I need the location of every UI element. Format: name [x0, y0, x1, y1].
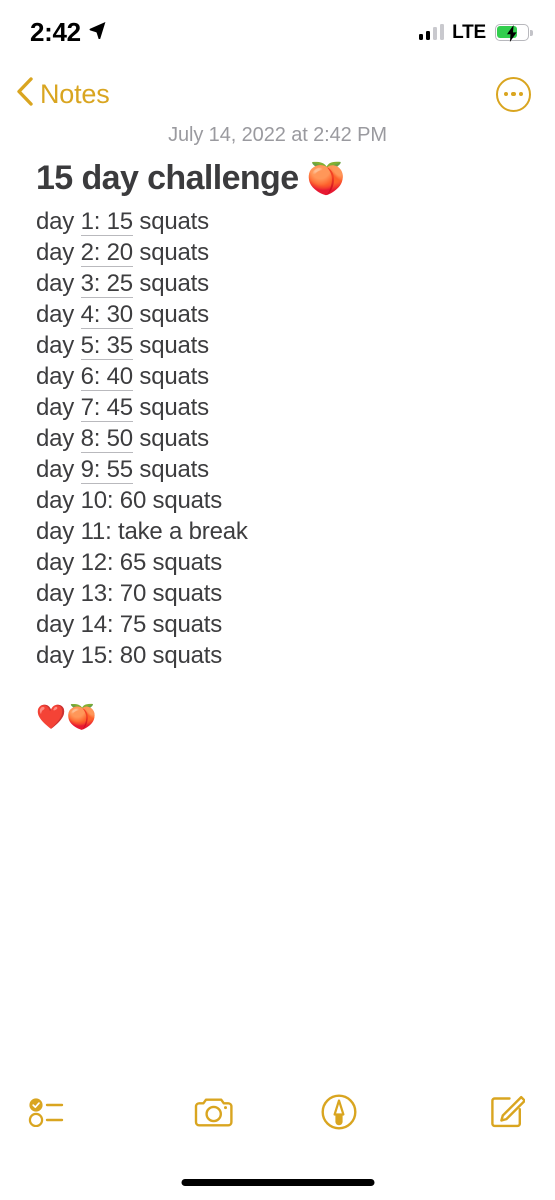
note-line-prefix: day 13: 70 squats — [36, 580, 223, 607]
note-line-prefix: day 15: 80 squats — [36, 642, 223, 669]
note-line-suffix: squats — [132, 394, 209, 421]
detected-data-link[interactable]: 5: 35 — [80, 332, 133, 360]
detected-data-link[interactable]: 7: 45 — [80, 394, 133, 422]
note-line-prefix: day — [36, 208, 81, 235]
more-dot — [511, 91, 516, 97]
detected-data-link[interactable]: 6: 40 — [80, 363, 133, 391]
note-line: day 4: 30 squats — [36, 299, 526, 330]
note-line: day 10: 60 squats — [36, 485, 526, 516]
status-bar-left: 2:42 — [30, 19, 107, 45]
markup-button[interactable] — [277, 1083, 401, 1145]
note-title-text: 15 day challenge — [36, 159, 299, 197]
note-line: day 5: 35 squats — [36, 330, 526, 361]
note-line-prefix: day — [36, 239, 81, 266]
compose-icon — [489, 1094, 526, 1135]
chevron-left-icon — [16, 77, 33, 111]
status-bar: 2:42 LTE — [0, 0, 555, 64]
note-line-suffix: squats — [132, 456, 209, 483]
back-to-notes-button[interactable]: Notes — [16, 77, 110, 111]
note-line-prefix: day 14: 75 squats — [36, 611, 223, 638]
note-line-prefix: day — [36, 394, 81, 421]
note-line: day 6: 40 squats — [36, 361, 526, 392]
back-button-label: Notes — [40, 78, 110, 109]
note-body[interactable]: day 1: 15 squats day 2: 20 squats day 3: 2… — [36, 206, 526, 733]
note-line-suffix: squats — [132, 425, 209, 452]
note-title: 15 day challenge 🍑 — [36, 157, 345, 200]
note-line: day 11: take a break — [36, 516, 526, 547]
note-line-prefix: day 12: 65 squats — [36, 549, 223, 576]
notes-toolbar — [0, 1083, 555, 1145]
note-line-prefix: day — [36, 332, 81, 359]
note-line: day 12: 65 squats — [36, 547, 526, 578]
note-line-suffix: squats — [132, 301, 209, 328]
note-line: day 7: 45 squats — [36, 392, 526, 423]
more-options-button[interactable] — [496, 76, 531, 112]
note-footer-emoji: ❤️🍑 — [36, 704, 98, 731]
markup-pen-icon — [320, 1093, 358, 1136]
note-timestamp: July 14, 2022 at 2:42 PM — [168, 124, 387, 146]
cellular-signal-icon — [418, 24, 445, 40]
navigation-bar: Notes — [0, 66, 555, 122]
note-line-suffix: squats — [132, 270, 209, 297]
note-line-prefix: day 10: 60 squats — [36, 487, 223, 514]
detected-data-link[interactable]: 4: 30 — [80, 301, 133, 329]
detected-data-link[interactable]: 8: 50 — [80, 425, 133, 453]
compose-button[interactable] — [401, 1083, 555, 1145]
more-dot — [504, 91, 509, 97]
detected-data-link[interactable]: 2: 20 — [80, 239, 133, 267]
note-line: day 15: 80 squats — [36, 640, 526, 671]
checklist-icon — [28, 1097, 70, 1132]
status-bar-clock: 2:42 — [30, 17, 81, 47]
camera-button[interactable] — [152, 1083, 276, 1145]
note-line-suffix: squats — [132, 363, 209, 390]
detected-data-link[interactable]: 9: 55 — [80, 456, 133, 484]
note-line-suffix: squats — [132, 239, 209, 266]
note-line: day 13: 70 squats — [36, 578, 526, 609]
camera-icon — [193, 1095, 235, 1134]
detected-data-link[interactable]: 1: 15 — [80, 208, 133, 236]
note-line-prefix: day — [36, 301, 81, 328]
carrier-network-label: LTE — [452, 21, 486, 43]
note-line-prefix: day — [36, 363, 81, 390]
detected-data-link[interactable]: 3: 25 — [80, 270, 133, 298]
note-line: day 3: 25 squats — [36, 268, 526, 299]
note-line: day 8: 50 squats — [36, 423, 526, 454]
note-line-prefix: day — [36, 456, 81, 483]
battery-charging-icon — [495, 23, 533, 42]
location-arrow-icon — [88, 20, 107, 44]
note-line: day 9: 55 squats — [36, 454, 526, 485]
note-line: day 14: 75 squats — [36, 609, 526, 640]
status-bar-right: LTE — [418, 21, 533, 43]
note-line-suffix: squats — [132, 208, 209, 235]
note-line-prefix: day — [36, 425, 81, 452]
more-dot — [518, 91, 523, 97]
note-line: day 2: 20 squats — [36, 237, 526, 268]
note-line: day 1: 15 squats — [36, 206, 526, 237]
peach-emoji: 🍑 — [298, 161, 346, 196]
note-line-suffix: squats — [132, 332, 209, 359]
note-line-prefix: day — [36, 270, 81, 297]
checklist-button[interactable] — [0, 1083, 152, 1145]
home-indicator — [181, 1179, 374, 1186]
note-line-prefix: day 11: take a break — [36, 518, 248, 545]
